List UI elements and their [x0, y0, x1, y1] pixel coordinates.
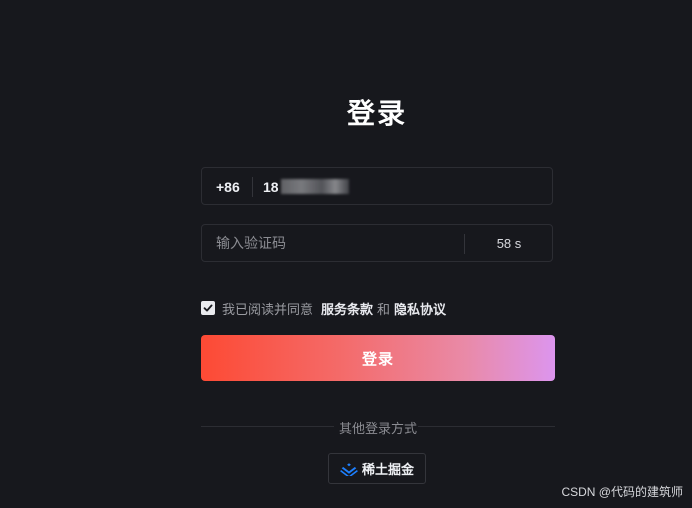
login-button[interactable]: 登录 [201, 335, 555, 381]
agreement-checkbox[interactable] [201, 301, 215, 315]
phone-field[interactable]: +86 18 [201, 167, 553, 205]
privacy-policy-link[interactable]: 隐私协议 [394, 299, 446, 318]
phone-number-redaction [281, 179, 349, 194]
login-title: 登录 [346, 98, 407, 129]
phone-number-value[interactable]: 18 [263, 168, 279, 206]
juejin-login-button[interactable]: 稀土掘金 [328, 453, 426, 484]
other-login-label: 其他登录方式 [338, 421, 417, 436]
agreement-row: 我已阅读并同意 服务条款 和 隐私协议 [201, 299, 446, 317]
phone-divider [252, 177, 253, 197]
csdn-watermark: CSDN @代码的建筑师 [561, 485, 683, 499]
terms-of-service-link[interactable]: 服务条款 [321, 299, 373, 318]
agreement-text: 我已阅读并同意 [222, 301, 314, 317]
agreement-and: 和 [377, 301, 391, 317]
resend-countdown: 58 s [496, 236, 522, 251]
country-code-selector[interactable]: +86 [216, 168, 240, 206]
juejin-logo-icon [340, 462, 358, 476]
verification-code-field: 58 s [201, 224, 553, 262]
other-login-divider: 其他登录方式 [201, 416, 555, 436]
verification-code-input[interactable] [202, 225, 464, 261]
divider-line-right [418, 426, 555, 427]
check-icon [203, 304, 213, 312]
juejin-label: 稀土掘金 [361, 462, 414, 477]
